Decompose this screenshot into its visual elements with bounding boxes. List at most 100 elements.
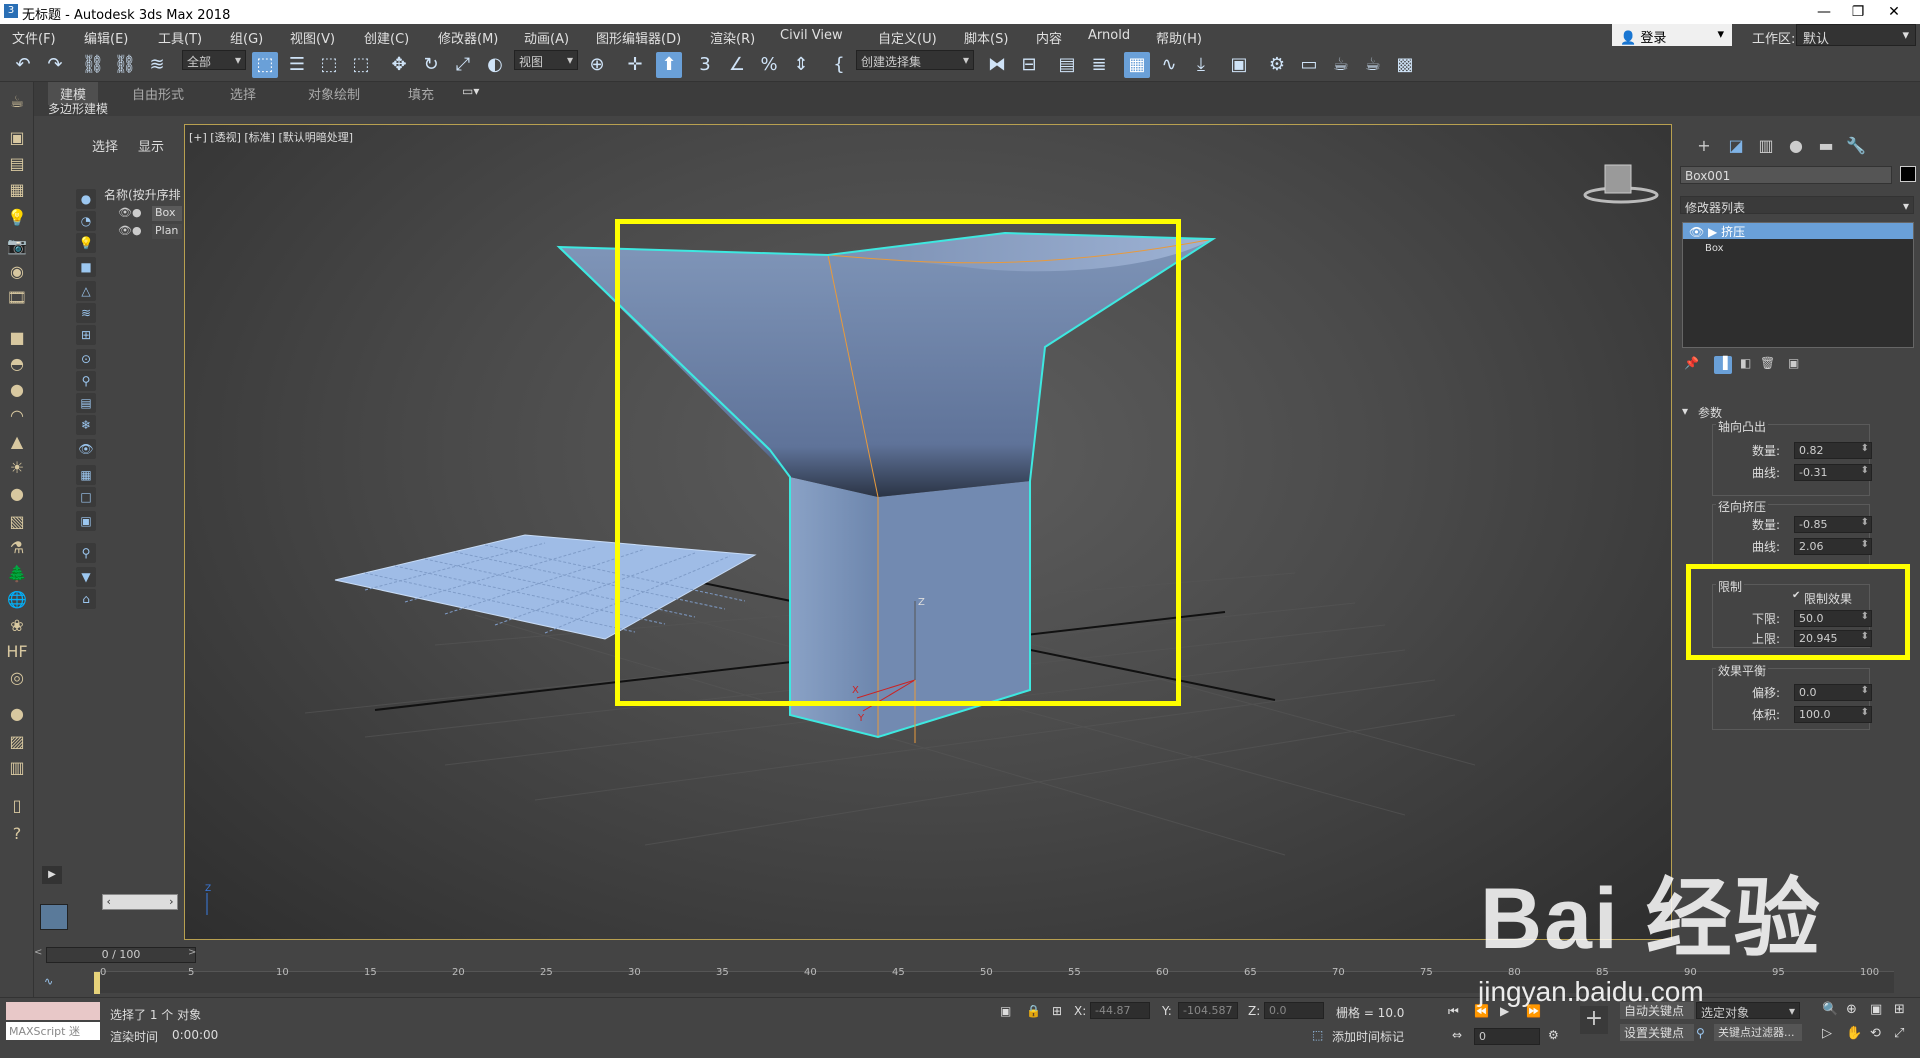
find-icon[interactable]: ⚲ <box>76 543 96 563</box>
tree-icon[interactable]: 🌲 <box>5 562 29 586</box>
grass-icon[interactable]: ❀ <box>5 614 29 638</box>
name-column-header[interactable]: 名称(按升序排 <box>104 186 182 202</box>
selection-filter-dropdown[interactable]: 全部 ▾ <box>182 50 246 70</box>
sort-icon[interactable]: ⌂ <box>76 589 96 609</box>
select-by-name-icon[interactable]: ☰ <box>284 52 310 78</box>
render-settings-icon[interactable]: ▥ <box>5 756 29 780</box>
menu-modifiers[interactable]: 修改器(M) <box>438 28 498 47</box>
menu-animation[interactable]: 动画(A) <box>524 28 569 47</box>
render-icon[interactable]: ☕ <box>1328 52 1354 78</box>
curve-editor-mini-icon[interactable]: ∿ <box>44 975 53 988</box>
spinner-snap-icon[interactable]: ⇕ <box>788 52 814 78</box>
filter-lights-icon[interactable]: 💡 <box>76 233 96 253</box>
snap-3d-icon[interactable]: 3 <box>692 52 718 78</box>
ruler-icon[interactable]: ▧ <box>5 510 29 534</box>
hemisphere-icon[interactable]: ◓ <box>5 352 29 376</box>
layer-explorer-icon[interactable]: ▤ <box>1054 52 1080 78</box>
filter-none-icon[interactable]: □ <box>76 487 96 507</box>
login-dropdown[interactable]: 👤 登录 ▾ <box>1612 24 1732 46</box>
pin-stack-icon[interactable]: 📌 <box>1684 356 1702 374</box>
object-name-field[interactable]: Box001 <box>1680 166 1892 184</box>
filter-geometry-icon[interactable]: ● <box>76 189 96 209</box>
scene-tab-select[interactable]: 选择 <box>92 136 118 155</box>
manipulate-icon[interactable]: ✛ <box>622 52 648 78</box>
zoom-extents-icon[interactable]: ▣ <box>1870 1002 1882 1017</box>
horizontal-scrollbar[interactable]: ‹ › <box>102 894 178 910</box>
utilities-tab-icon[interactable]: 🔧 <box>1844 134 1868 158</box>
time-slider[interactable]: 0 / 100 <box>46 947 196 963</box>
filter-cameras-icon[interactable]: ■ <box>76 257 96 277</box>
goto-start-icon[interactable]: ⏮ <box>1448 1004 1459 1019</box>
material-map-icon[interactable]: ▨ <box>5 730 29 754</box>
menu-view[interactable]: 视图(V) <box>290 28 335 47</box>
modifier-stack-box[interactable]: Box <box>1705 243 1724 254</box>
filter-helpers-icon[interactable]: △ <box>76 281 96 301</box>
bind-space-warp-icon[interactable]: ≋ <box>144 52 170 78</box>
render-gallery-icon[interactable]: ▩ <box>1392 52 1418 78</box>
ribbon-tab-populate[interactable]: 填充 <box>396 82 446 105</box>
named-selection-dropdown[interactable]: 创建选择集 ▾ <box>856 50 974 70</box>
help-icon[interactable]: ? <box>5 822 29 846</box>
y-coord-field[interactable]: -104.587 <box>1178 1002 1238 1019</box>
molecule-icon[interactable]: ⚗ <box>5 536 29 560</box>
grid-icon[interactable]: ▦ <box>5 178 29 202</box>
filter-groups-icon[interactable]: ⊞ <box>76 325 96 345</box>
close-button[interactable]: ✕ <box>1882 2 1906 22</box>
filter-icon[interactable]: ▼ <box>76 567 96 587</box>
menu-customize[interactable]: 自定义(U) <box>878 28 937 47</box>
globe-icon[interactable]: 🌐 <box>5 588 29 612</box>
maxscript-mini-listener[interactable]: MAXScript 迷 <box>6 1022 100 1040</box>
link-icon[interactable]: ⛓ <box>80 52 106 78</box>
scene-item-box[interactable]: Box <box>152 206 182 221</box>
remove-modifier-icon[interactable]: 🗑 <box>1760 356 1778 374</box>
menu-help[interactable]: 帮助(H) <box>1156 28 1202 47</box>
viewcube[interactable] <box>1583 164 1659 204</box>
redo-icon[interactable]: ↷ <box>42 52 68 78</box>
next-frame-arrow-icon[interactable]: > <box>188 947 196 958</box>
keyboard-shortcut-icon[interactable]: ⬆ <box>656 52 682 78</box>
filter-all-icon[interactable]: ▦ <box>76 465 96 485</box>
filter-hidden-icon[interactable]: 👁 <box>76 439 96 459</box>
lock-selection-icon[interactable]: 🔒 <box>1026 1004 1041 1018</box>
filter-frozen-icon[interactable]: ❄ <box>76 415 96 435</box>
filter-containers-icon[interactable]: ▤ <box>76 393 96 413</box>
workspace-select[interactable]: 默认 ▾ <box>1796 24 1916 47</box>
filter-bones-icon[interactable]: ⚲ <box>76 371 96 391</box>
axial-amount-spinner[interactable]: 0.82 <box>1794 442 1872 459</box>
axial-curve-spinner[interactable]: -0.31 <box>1794 464 1872 481</box>
zoom-icon[interactable]: 🔍 <box>1822 1002 1838 1017</box>
prev-frame-arrow-icon[interactable]: < <box>34 947 42 958</box>
key-filters-icon[interactable]: ⚲ <box>1696 1026 1705 1040</box>
show-end-result-icon[interactable]: ▐ <box>1714 356 1732 374</box>
pattern-icon[interactable]: ◎ <box>5 666 29 690</box>
modifier-stack-squeeze[interactable]: 👁 ▶ 挤压 <box>1683 223 1913 239</box>
maxscript-listener[interactable] <box>6 1002 100 1020</box>
expand-arrow-icon[interactable]: ▶ <box>42 866 62 884</box>
menu-edit[interactable]: 编辑(E) <box>84 28 128 47</box>
menu-create[interactable]: 创建(C) <box>364 28 409 47</box>
maximize-button[interactable]: ❐ <box>1846 2 1870 22</box>
material-editor-icon[interactable]: ▣ <box>1226 52 1252 78</box>
menu-tools[interactable]: 工具(T) <box>158 28 202 47</box>
time-config-icon[interactable]: ⚙ <box>1548 1028 1559 1042</box>
shell-icon[interactable]: ◠ <box>5 404 29 428</box>
add-time-tag-label[interactable]: 添加时间标记 <box>1332 1028 1404 1045</box>
menu-file[interactable]: 文件(F) <box>12 28 56 47</box>
edit-named-sets-icon[interactable]: { <box>826 52 852 78</box>
volume-spinner[interactable]: 100.0 <box>1794 706 1872 723</box>
window-crossing-icon[interactable]: ⬚ <box>348 52 374 78</box>
move-icon[interactable]: ✥ <box>386 52 412 78</box>
rollout-collapse-icon[interactable]: ▾ <box>1682 404 1688 418</box>
box-icon[interactable]: ■ <box>5 326 29 350</box>
z-coord-field[interactable]: 0.0 <box>1264 1002 1324 1019</box>
x-coord-field[interactable]: -44.87 <box>1090 1002 1150 1019</box>
layer-icon[interactable]: ≣ <box>1086 52 1112 78</box>
rect-selection-icon[interactable]: ⬚ <box>316 52 342 78</box>
scene-tab-display[interactable]: 显示 <box>138 136 164 155</box>
menu-graph-editors[interactable]: 图形编辑器(D) <box>596 28 681 47</box>
curve-editor-icon[interactable]: ∿ <box>1156 52 1182 78</box>
schematic-view-icon[interactable]: ⤓ <box>1188 52 1214 78</box>
toggle-ribbon-icon[interactable]: ▦ <box>1124 52 1150 78</box>
camera-icon[interactable]: 📷 <box>5 234 29 258</box>
isolate-selection-icon[interactable]: ▣ <box>1000 1004 1011 1018</box>
